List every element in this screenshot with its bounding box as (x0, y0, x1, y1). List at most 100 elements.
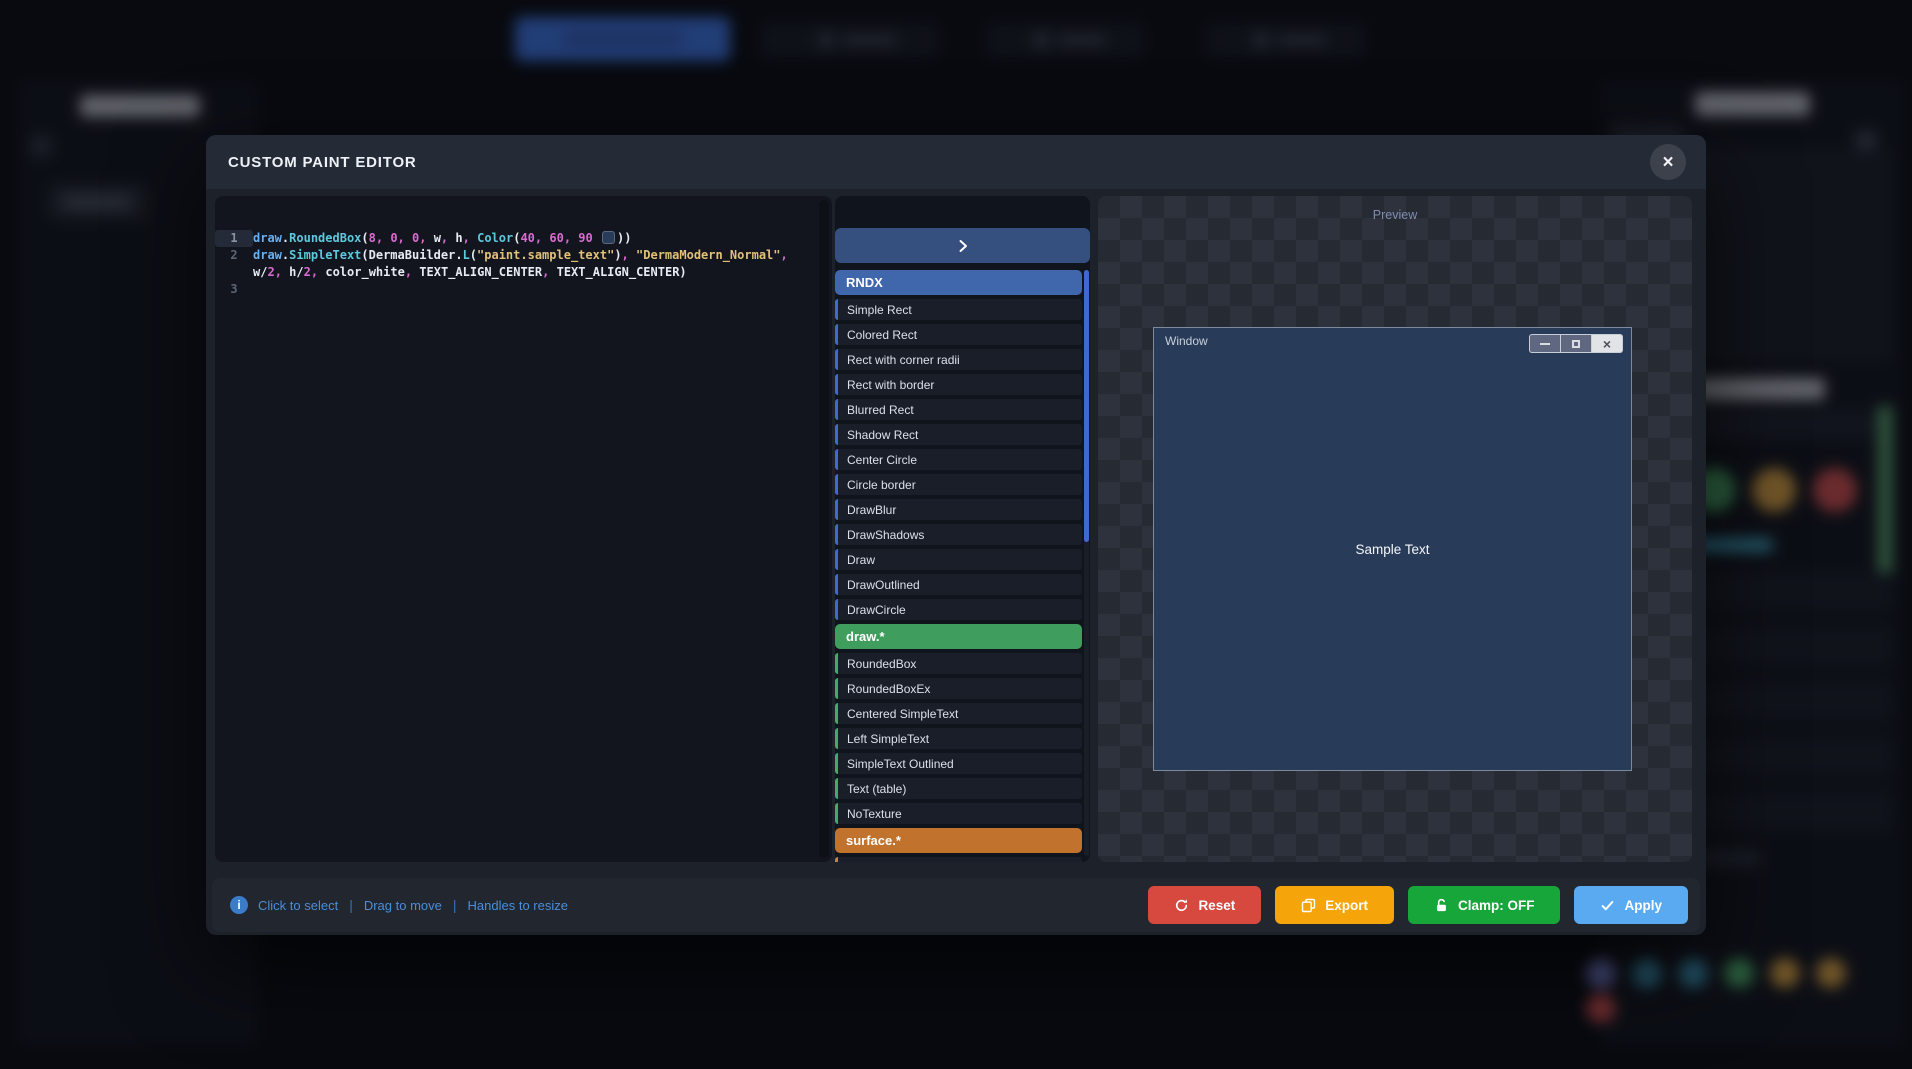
library-item[interactable]: DrawCircle (835, 599, 1082, 620)
refresh-icon (1174, 898, 1189, 913)
library-item-label: Draw (847, 553, 875, 567)
library-section-header[interactable]: draw.* (835, 624, 1082, 649)
item-accent-stripe (835, 753, 838, 774)
library-section-header[interactable]: surface.* (835, 828, 1082, 853)
line-number: 3 (215, 281, 253, 298)
library-item[interactable]: Left SimpleText (835, 728, 1082, 749)
preview-label: Preview (1098, 208, 1692, 222)
code-line: 2draw.SimpleText(DermaBuilder.L("paint.s… (215, 247, 806, 281)
library-item[interactable]: Draw (835, 549, 1082, 570)
chevron-right-icon (955, 238, 971, 254)
library-item[interactable]: Simple Rect (835, 299, 1082, 320)
library-item[interactable]: Shadow Rect (835, 424, 1082, 445)
library-item[interactable]: RoundedBoxEx (835, 678, 1082, 699)
library-item-label: Rect with corner radii (847, 353, 960, 367)
apply-button[interactable]: Apply (1574, 886, 1688, 924)
button-label: Apply (1624, 898, 1662, 913)
library-item[interactable]: RoundedBox (835, 653, 1082, 674)
library-item[interactable]: Colored Rect (835, 324, 1082, 345)
item-accent-stripe (835, 778, 838, 799)
library-item-label: Blurred Rect (847, 403, 914, 417)
library-item[interactable]: DrawBlur (835, 499, 1082, 520)
library-item[interactable]: Rect with corner radii (835, 349, 1082, 370)
library-item-label: NoTexture (847, 807, 902, 821)
footer-hint: Click to select (258, 898, 338, 913)
library-item[interactable]: Center Circle (835, 449, 1082, 470)
library-item-label: DrawBlur (847, 503, 896, 517)
library-item-label: DrawOutlined (847, 578, 920, 592)
modal-title: CUSTOM PAINT EDITOR (228, 154, 417, 171)
preview-area[interactable]: Preview Window × Sample Text (1098, 196, 1692, 862)
line-number: 1 (215, 230, 253, 247)
library-item[interactable]: Centered SimpleText (835, 703, 1082, 724)
item-accent-stripe (835, 728, 838, 749)
library-item[interactable]: SetDrawColor (835, 857, 1082, 862)
footer-hint: Handles to resize (468, 898, 568, 913)
library-item-label: SetDrawColor (847, 861, 922, 863)
library-item-label: Center Circle (847, 453, 917, 467)
code-editor[interactable]: 1draw.RoundedBox(8, 0, 0, w, h, Color(40… (215, 196, 832, 862)
modal-footer: i Click to select|Drag to move|Handles t… (212, 878, 1700, 932)
library-item-label: DrawCircle (847, 603, 906, 617)
close-icon: × (1662, 153, 1673, 172)
modal-header: CUSTOM PAINT EDITOR (206, 135, 1706, 189)
close-button[interactable]: × (1650, 144, 1686, 180)
item-accent-stripe (835, 474, 838, 495)
item-accent-stripe (835, 857, 838, 862)
item-accent-stripe (835, 803, 838, 824)
library-scrollbar[interactable] (1084, 270, 1089, 856)
footer-hints: Click to select|Drag to move|Handles to … (258, 897, 568, 913)
library-item-label: Simple Rect (847, 303, 912, 317)
footer-hint: Drag to move (364, 898, 442, 913)
library-item[interactable]: Text (table) (835, 778, 1082, 799)
library-section-header[interactable]: RNDX (835, 270, 1082, 295)
library-item-label: Centered SimpleText (847, 707, 958, 721)
hint-separator: | (453, 897, 457, 913)
library-scrollbar-thumb[interactable] (1084, 270, 1089, 542)
library-item[interactable]: Rect with border (835, 374, 1082, 395)
item-accent-stripe (835, 653, 838, 674)
item-accent-stripe (835, 524, 838, 545)
code-text: draw.SimpleText(DermaBuilder.L("paint.sa… (253, 247, 806, 281)
button-label: Export (1325, 898, 1368, 913)
inline-color-swatch[interactable] (602, 231, 615, 244)
library-item-label: RoundedBoxEx (847, 682, 930, 696)
library-item[interactable]: DrawShadows (835, 524, 1082, 545)
library-item-label: RoundedBox (847, 657, 916, 671)
item-accent-stripe (835, 374, 838, 395)
library-item-label: Colored Rect (847, 328, 917, 342)
library-item-label: Shadow Rect (847, 428, 918, 442)
library-item[interactable]: Blurred Rect (835, 399, 1082, 420)
item-accent-stripe (835, 299, 838, 320)
export-button[interactable]: Export (1275, 886, 1394, 924)
item-accent-stripe (835, 599, 838, 620)
library-item[interactable]: DrawOutlined (835, 574, 1082, 595)
library-item[interactable]: SimpleText Outlined (835, 753, 1082, 774)
library-item-label: Left SimpleText (847, 732, 929, 746)
library-item[interactable]: NoTexture (835, 803, 1082, 824)
item-accent-stripe (835, 499, 838, 520)
code-text: draw.RoundedBox(8, 0, 0, w, h, Color(40,… (253, 230, 806, 247)
reset-button[interactable]: Reset (1148, 886, 1261, 924)
button-label: Reset (1198, 898, 1235, 913)
line-number: 2 (215, 247, 253, 281)
item-accent-stripe (835, 449, 838, 470)
item-accent-stripe (835, 324, 838, 345)
clamp-toggle-button[interactable]: Clamp: OFF (1408, 886, 1561, 924)
item-accent-stripe (835, 399, 838, 420)
item-accent-stripe (835, 678, 838, 699)
library-list: RNDX Simple Rect Colored Rect Rect with cor… (835, 270, 1082, 862)
item-accent-stripe (835, 349, 838, 370)
item-accent-stripe (835, 424, 838, 445)
preview-window[interactable]: Window × Sample Text (1153, 327, 1632, 771)
info-icon: i (230, 896, 248, 914)
library-item-label: DrawShadows (847, 528, 924, 542)
library-item[interactable]: Circle border (835, 474, 1082, 495)
unlock-icon (1434, 898, 1449, 913)
editor-scrollbar[interactable] (819, 200, 829, 858)
copy-icon (1301, 898, 1316, 913)
collapse-library-button[interactable] (835, 228, 1090, 263)
library-item-label: Text (table) (847, 782, 906, 796)
button-label: Clamp: OFF (1458, 898, 1535, 913)
footer-buttons: Reset Export Clamp: OFF Apply (1148, 886, 1688, 924)
